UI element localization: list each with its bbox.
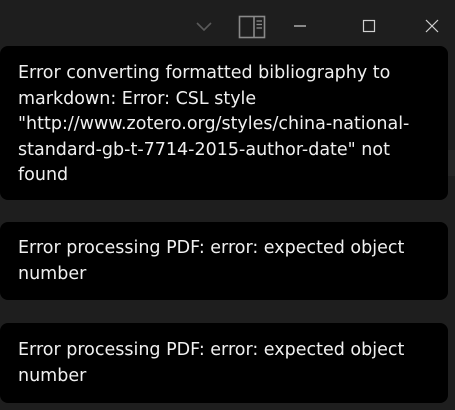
notification-toast[interactable]: Error converting formatted bibliography … — [0, 46, 448, 200]
minimize-button[interactable] — [285, 12, 315, 40]
chevron-down-icon[interactable] — [192, 14, 216, 38]
notification-message: Error processing PDF: error: expected ob… — [18, 340, 405, 386]
close-button[interactable] — [417, 12, 447, 40]
maximize-icon — [362, 19, 376, 33]
maximize-button[interactable] — [354, 12, 384, 40]
notification-message: Error processing PDF: error: expected ob… — [18, 238, 405, 284]
close-icon — [425, 19, 439, 33]
sidebar-toggle-icon[interactable] — [238, 14, 266, 40]
notification-toast[interactable]: Error processing PDF: error: expected ob… — [0, 222, 448, 300]
title-bar — [0, 0, 455, 52]
minimize-icon — [294, 25, 306, 27]
notification-toast[interactable]: Error processing PDF: error: expected ob… — [0, 323, 448, 403]
notification-message: Error converting formatted bibliography … — [18, 63, 410, 185]
